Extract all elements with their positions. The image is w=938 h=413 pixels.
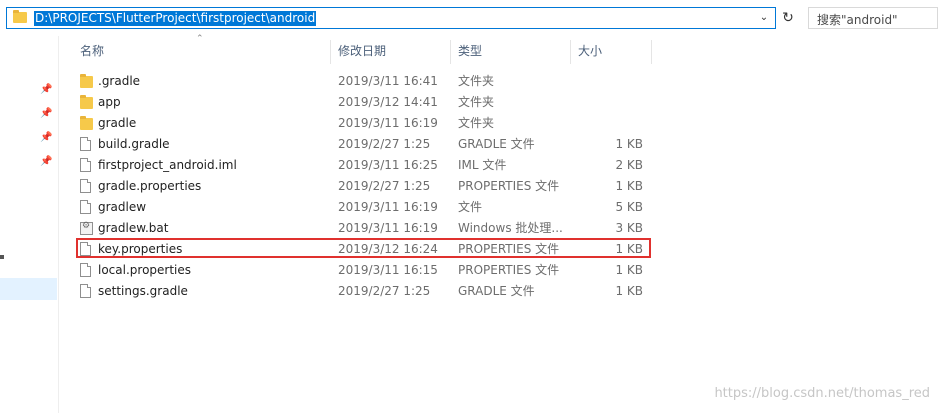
file-icon: [80, 200, 91, 214]
column-divider[interactable]: [651, 40, 652, 64]
file-icon: [80, 137, 91, 151]
chevron-down-icon[interactable]: ⌄: [757, 10, 771, 26]
file-type: GRADLE 文件: [458, 137, 535, 151]
file-icon: [80, 263, 91, 277]
nav-selected-item[interactable]: [0, 278, 57, 300]
list-item[interactable]: settings.gradle 2019/2/27 1:25 GRADLE 文件…: [76, 281, 651, 302]
list-item[interactable]: .gradle 2019/3/11 16:41 文件夹: [76, 71, 651, 92]
file-type: 文件夹: [458, 116, 495, 130]
file-name: firstproject_android.iml: [98, 158, 237, 172]
file-date: 2019/3/11 16:19: [338, 116, 438, 130]
list-item[interactable]: firstproject_android.iml 2019/3/11 16:25…: [76, 155, 651, 176]
pin-icon[interactable]: 📌: [40, 84, 52, 96]
highlight-box: [76, 238, 651, 258]
file-type: PROPERTIES 文件: [458, 179, 560, 193]
list-item[interactable]: gradle 2019/3/11 16:19 文件夹: [76, 113, 651, 134]
column-header-size[interactable]: 大小: [578, 40, 602, 62]
watermark: https://blog.csdn.net/thomas_red: [714, 386, 930, 401]
column-header-date[interactable]: 修改日期: [338, 40, 386, 62]
column-header-name[interactable]: 名称: [80, 40, 104, 62]
column-divider[interactable]: [330, 40, 331, 64]
file-size: 1 KB: [615, 284, 643, 298]
file-type: PROPERTIES 文件: [458, 263, 560, 277]
list-item[interactable]: app 2019/3/12 14:41 文件夹: [76, 92, 651, 113]
file-name: gradlew: [98, 200, 147, 214]
file-date: 2019/3/11 16:25: [338, 158, 438, 172]
file-date: 2019/2/27 1:25: [338, 137, 431, 151]
file-name: app: [98, 95, 121, 109]
folder-icon: [80, 116, 93, 130]
list-item[interactable]: gradlew.bat 2019/3/11 16:19 Windows 批处理.…: [76, 218, 651, 239]
file-size: 2 KB: [615, 158, 643, 172]
file-icon: [80, 179, 91, 193]
search-placeholder: 搜索"android": [817, 13, 898, 27]
file-date: 2019/3/11 16:19: [338, 221, 438, 235]
file-date: 2019/3/11 16:15: [338, 263, 438, 277]
file-name: gradle: [98, 116, 137, 130]
file-name: build.gradle: [98, 137, 170, 151]
file-date: 2019/2/27 1:25: [338, 284, 431, 298]
pin-icon[interactable]: 📌: [40, 108, 52, 120]
batch-file-icon: [80, 221, 93, 235]
address-bar[interactable]: D:\PROJECTS\FlutterProject\firstproject\…: [6, 7, 776, 29]
nav-item-marker: [0, 255, 4, 259]
navigation-pane: 📌 📌 📌 📌: [0, 36, 59, 413]
pane-divider: [58, 36, 59, 413]
column-divider[interactable]: [450, 40, 451, 64]
column-header-type[interactable]: 类型: [458, 40, 482, 62]
file-size: 5 KB: [615, 200, 643, 214]
file-type: GRADLE 文件: [458, 284, 535, 298]
file-icon: [80, 158, 91, 172]
pin-icon[interactable]: 📌: [40, 156, 52, 168]
address-path[interactable]: D:\PROJECTS\FlutterProject\firstproject\…: [34, 11, 317, 26]
pin-icon[interactable]: 📌: [40, 132, 52, 144]
list-item[interactable]: gradle.properties 2019/2/27 1:25 PROPERT…: [76, 176, 651, 197]
folder-icon: [80, 95, 93, 109]
sort-ascending-icon: ⌃: [196, 34, 204, 44]
column-divider[interactable]: [570, 40, 571, 64]
file-name: local.properties: [98, 263, 192, 277]
folder-icon: [13, 10, 27, 23]
file-date: 2019/3/11 16:19: [338, 200, 438, 214]
list-item[interactable]: gradlew 2019/3/11 16:19 文件 5 KB: [76, 197, 651, 218]
search-input[interactable]: 搜索"android": [808, 7, 938, 29]
file-type: Windows 批处理...: [458, 221, 563, 235]
file-name: settings.gradle: [98, 284, 188, 298]
refresh-icon[interactable]: ↻: [778, 7, 798, 29]
file-size: 3 KB: [615, 221, 643, 235]
file-size: 1 KB: [615, 263, 643, 277]
list-item[interactable]: local.properties 2019/3/11 16:15 PROPERT…: [76, 260, 651, 281]
file-type: 文件: [458, 200, 483, 214]
file-name: gradle.properties: [98, 179, 202, 193]
file-size: 1 KB: [615, 179, 643, 193]
file-name: .gradle: [98, 74, 141, 88]
file-type: IML 文件: [458, 158, 507, 172]
file-size: 1 KB: [615, 137, 643, 151]
file-name: gradlew.bat: [98, 221, 169, 235]
file-date: 2019/3/12 14:41: [338, 95, 438, 109]
folder-icon: [80, 74, 93, 88]
list-item[interactable]: build.gradle 2019/2/27 1:25 GRADLE 文件 1 …: [76, 134, 651, 155]
file-date: 2019/3/11 16:41: [338, 74, 438, 88]
file-type: 文件夹: [458, 74, 495, 88]
file-date: 2019/2/27 1:25: [338, 179, 431, 193]
file-icon: [80, 284, 91, 298]
file-type: 文件夹: [458, 95, 495, 109]
